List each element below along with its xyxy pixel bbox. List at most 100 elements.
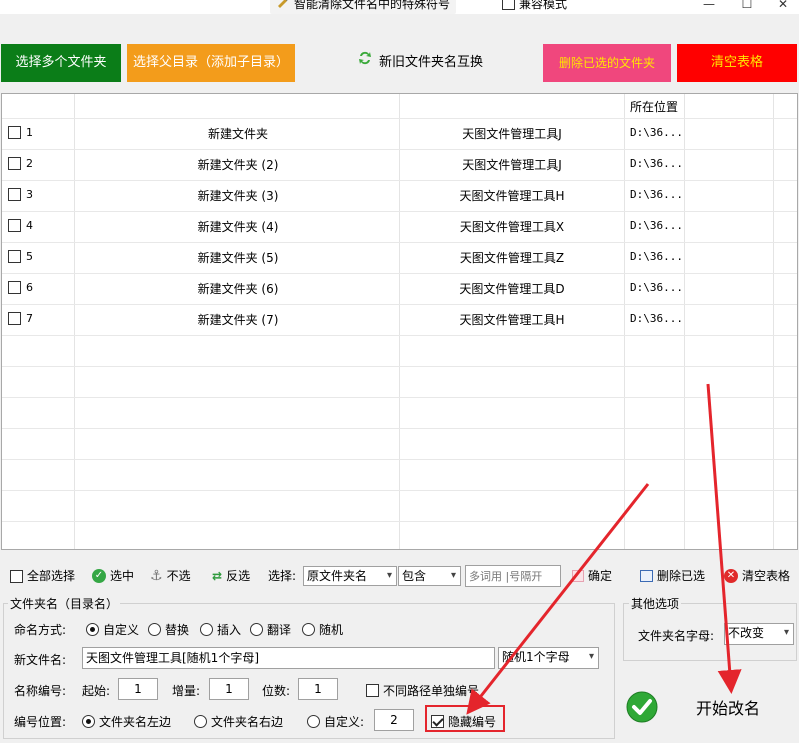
swap-names-label: 新旧文件夹名互换 [378, 55, 483, 70]
radio-random[interactable] [302, 623, 315, 636]
naming-option-label: 自定义 [103, 623, 140, 637]
filter-keyword-input[interactable] [465, 565, 561, 587]
chevron-down-icon: ▾ [386, 570, 392, 581]
table-row[interactable]: 7 新建文件夹 (7) 天图文件管理工具H D:\36... [2, 304, 797, 335]
new-name-cell: 天图文件管理工具J [462, 158, 562, 172]
other-options-title: 其他选项 [629, 595, 682, 612]
row-checkbox[interactable] [8, 188, 21, 201]
original-name-cell: 新建文件夹 (4) [197, 220, 279, 234]
select-all-checkbox[interactable] [10, 569, 23, 583]
delete-checked-button[interactable]: 删除已选 [640, 566, 705, 586]
position-right-option[interactable]: 文件夹名右边 [194, 713, 283, 730]
naming-option-replace[interactable]: 替换 [148, 621, 189, 638]
row-checkbox[interactable] [8, 281, 21, 294]
new-name-cell: 天图文件管理工具H [459, 313, 565, 327]
green-check-icon [626, 691, 658, 726]
delete-selected-folders-button[interactable]: 删除已选的文件夹 [543, 44, 671, 82]
row-checkbox[interactable] [8, 312, 21, 325]
folder-table[interactable]: 所在位置 1 新建文件夹 天图文件管理工具J D:\36... 2 新建文件夹 (2) 天图… [1, 93, 798, 550]
table-row[interactable]: 1 新建文件夹 天图文件管理工具J D:\36... [2, 118, 797, 149]
step-label: 增量: [172, 684, 201, 698]
clear-table-small-button[interactable]: ✕ 清空表格 [724, 566, 790, 586]
letter-case-select[interactable]: 不改变 ▾ [724, 623, 794, 645]
digits-input[interactable]: 1 [298, 678, 338, 700]
row-number: 5 [26, 250, 33, 263]
radio-position-left[interactable] [82, 715, 95, 728]
position-right-label: 文件夹名右边 [211, 715, 284, 729]
numbering-label: 名称编号: [14, 684, 67, 698]
new-name-label: 新文件名: [14, 653, 67, 667]
window-title: 智能清除文件名中的特殊符号 [270, 0, 457, 14]
filter-mode-value: 包含 [402, 569, 427, 583]
chevron-down-icon: ▾ [450, 570, 456, 581]
row-checkbox[interactable] [8, 126, 21, 139]
confirm-button[interactable]: 确定 [572, 566, 612, 586]
location-cell: D:\36... [630, 281, 683, 294]
start-rename-button[interactable]: 开始改名 [624, 676, 798, 738]
anchor-icon: ⚓ [150, 568, 163, 584]
uncheck-label: 不选 [166, 569, 191, 583]
select-all[interactable]: 全部选择 [10, 566, 75, 586]
radio-position-right[interactable] [194, 715, 207, 728]
digits-label: 位数: [262, 684, 291, 698]
annotation-highlight-box [425, 705, 505, 732]
location-cell: D:\36... [630, 157, 683, 170]
check-button[interactable]: ✓ 选中 [92, 566, 134, 586]
row-number: 3 [26, 188, 33, 201]
step-input[interactable]: 1 [209, 678, 249, 700]
clear-table-small-label: 清空表格 [742, 569, 791, 583]
table-row[interactable]: 3 新建文件夹 (3) 天图文件管理工具H D:\36... [2, 180, 797, 211]
filter-field-select[interactable]: 原文件夹名 ▾ [303, 566, 397, 586]
filter-field-value: 原文件夹名 [307, 569, 368, 583]
naming-option-custom[interactable]: 自定义 [86, 621, 139, 638]
select-parent-dir-button[interactable]: 选择父目录（添加子目录） [127, 44, 295, 82]
clear-table-button[interactable]: 清空表格 [677, 44, 797, 82]
delete-checked-label: 删除已选 [657, 569, 706, 583]
invert-button[interactable]: ⇄ 反选 [212, 566, 250, 586]
chevron-down-icon: ▾ [783, 627, 789, 638]
row-checkbox[interactable] [8, 157, 21, 170]
new-name-cell: 天图文件管理工具H [459, 189, 565, 203]
table-row[interactable]: 5 新建文件夹 (5) 天图文件管理工具Z D:\36... [2, 242, 797, 273]
filter-mode-select[interactable]: 包含 ▾ [398, 566, 461, 586]
radio-insert[interactable] [200, 623, 213, 636]
original-name-cell: 新建文件夹 [207, 127, 268, 141]
new-name-token-select[interactable]: 随机1个字母 ▾ [498, 647, 599, 669]
row-checkbox[interactable] [8, 250, 21, 263]
check-label: 选中 [110, 569, 135, 583]
column-header-location[interactable]: 所在位置 [630, 98, 678, 115]
radio-custom[interactable] [86, 623, 99, 636]
radio-position-custom[interactable] [307, 715, 320, 728]
select-multiple-folders-button[interactable]: 选择多个文件夹 [1, 44, 121, 82]
new-name-input[interactable]: 天图文件管理工具[随机1个字母] [82, 647, 495, 669]
table-row[interactable]: 6 新建文件夹 (6) 天图文件管理工具D D:\36... [2, 273, 797, 304]
naming-option-translate[interactable]: 翻译 [250, 621, 291, 638]
table-row[interactable]: 4 新建文件夹 (4) 天图文件管理工具X D:\36... [2, 211, 797, 242]
naming-option-label: 翻译 [267, 623, 292, 637]
row-checkbox[interactable] [8, 219, 21, 232]
swap-names-button[interactable]: 新旧文件夹名互换 [350, 44, 490, 82]
table-row[interactable]: 2 新建文件夹 (2) 天图文件管理工具J D:\36... [2, 149, 797, 180]
compat-mode-toggle[interactable]: 兼容模式 [502, 0, 567, 12]
naming-option-random[interactable]: 随机 [302, 621, 343, 638]
position-left-option[interactable]: 文件夹名左边 [82, 713, 171, 730]
custom-position-input[interactable]: 2 [374, 709, 414, 731]
start-input[interactable]: 1 [118, 678, 158, 700]
naming-option-insert[interactable]: 插入 [200, 621, 241, 638]
compat-mode-checkbox[interactable] [502, 0, 515, 10]
separate-numbering-checkbox[interactable] [366, 684, 379, 697]
check-icon: ✓ [92, 569, 106, 583]
uncheck-button[interactable]: ⚓ 不选 [150, 566, 191, 586]
naming-option-label: 插入 [217, 623, 242, 637]
original-name-cell: 新建文件夹 (2) [197, 158, 279, 172]
original-name-cell: 新建文件夹 (6) [197, 282, 279, 296]
position-custom-option[interactable]: 自定义: [307, 713, 364, 730]
close-icon: ✕ [724, 569, 738, 583]
eraser-icon [572, 570, 584, 582]
radio-translate[interactable] [250, 623, 263, 636]
radio-replace[interactable] [148, 623, 161, 636]
row-number: 7 [26, 312, 33, 325]
separate-numbering-toggle[interactable]: 不同路径单独编号 [366, 682, 479, 699]
row-number: 4 [26, 219, 33, 232]
close-button[interactable]: ✕ [760, 0, 799, 14]
